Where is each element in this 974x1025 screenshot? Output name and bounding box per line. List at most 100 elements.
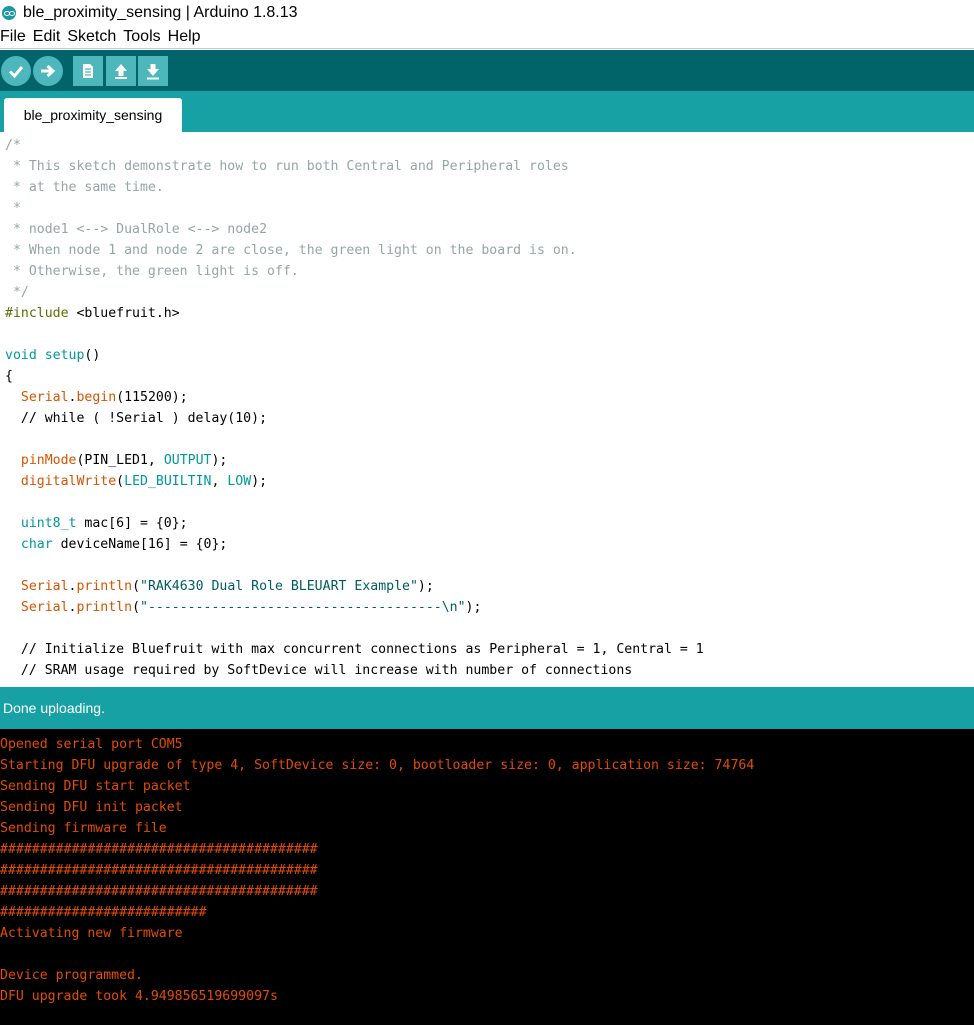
menu-bar: File Edit Sketch Tools Help — [0, 26, 974, 49]
code-token: * Otherwise, the green light is off. — [5, 264, 299, 279]
code-token: () — [84, 348, 101, 363]
code-line: * When node 1 and node 2 are close, the … — [5, 240, 577, 261]
code-token: ); — [465, 600, 482, 615]
code-token: // while ( !Serial ) delay(10); — [5, 411, 268, 426]
code-line: #include <bluefruit.h> — [5, 303, 180, 324]
status-message: Done uploading. — [3, 700, 105, 716]
menu-file[interactable]: File — [0, 28, 26, 46]
code-line: * at the same time. — [5, 177, 164, 198]
menu-sketch[interactable]: Sketch — [67, 28, 116, 46]
menu-tools[interactable]: Tools — [123, 28, 160, 46]
code-token: println — [76, 600, 133, 615]
code-line: pinMode(PIN_LED1, OUTPUT); — [5, 450, 227, 471]
code-token: ); — [417, 579, 434, 594]
window-title: ble_proximity_sensing | Arduino 1.8.13 — [23, 3, 298, 21]
code-token: , — [211, 474, 228, 489]
code-token: digitalWrite — [20, 474, 117, 489]
code-token: "RAK4630 Dual Role BLEUART Example" — [140, 579, 418, 594]
console-output[interactable]: Opened serial port COM5 Starting DFU upgr… — [0, 729, 974, 1025]
arrow-up-icon — [115, 64, 127, 79]
code-line: digitalWrite(LED_BUILTIN, LOW); — [5, 471, 267, 492]
menu-edit[interactable]: Edit — [33, 28, 61, 46]
code-token: "-------------------------------------\n… — [140, 600, 466, 615]
tab-bar: ble_proximity_sensing — [0, 91, 974, 132]
save-button[interactable] — [138, 56, 168, 86]
code-token: uint8_t — [20, 516, 77, 531]
code-line: uint8_t mac[6] = {0}; — [5, 513, 188, 534]
code-line: Serial.println("------------------------… — [5, 597, 482, 618]
code-line: */ — [5, 282, 29, 303]
verify-button[interactable] — [1, 56, 31, 86]
console-line: ######################################## — [0, 863, 318, 878]
code-line: // while ( !Serial ) delay(10); — [5, 408, 267, 429]
console-line: Sending firmware file — [0, 821, 167, 836]
console-line: ######################################## — [0, 884, 318, 899]
code-token: ); — [251, 474, 268, 489]
code-line: // Initialize Bluefruit with max concurr… — [5, 639, 704, 660]
code-token: mac[6] = {0}; — [76, 516, 188, 531]
code-token: void — [5, 348, 37, 363]
code-token: (115200); — [116, 390, 188, 405]
code-token: begin — [76, 390, 117, 405]
code-token: * This sketch demonstrate how to run bot… — [5, 159, 569, 174]
new-sketch-button[interactable] — [73, 56, 103, 86]
code-token: Serial — [20, 579, 69, 594]
status-bar: Done uploading. — [0, 687, 974, 729]
code-token: * node1 <--> DualRole <--> node2 — [5, 222, 268, 237]
code-token: deviceName[16] = {0}; — [52, 537, 228, 552]
code-token: * — [5, 201, 21, 216]
code-line: { — [5, 366, 13, 387]
code-token: <bluefruit.h> — [68, 306, 180, 321]
console-scrolled-line — [0, 729, 974, 732]
code-token: { — [5, 369, 13, 384]
open-button[interactable] — [106, 56, 136, 86]
code-token: println — [76, 579, 133, 594]
code-token: (PIN_LED1, — [76, 453, 164, 468]
code-token: pinMode — [20, 453, 77, 468]
code-line: void setup() — [5, 345, 100, 366]
code-editor[interactable]: /* * This sketch demonstrate how to run … — [0, 132, 974, 685]
console-line: Device programmed. — [0, 968, 143, 983]
code-token: Serial — [20, 600, 69, 615]
code-token: char — [20, 537, 53, 552]
code-line: char deviceName[16] = {0}; — [5, 534, 227, 555]
code-token: setup — [44, 348, 85, 363]
checkmark-icon — [8, 66, 24, 79]
upload-button[interactable] — [33, 56, 63, 86]
toolbar — [0, 50, 974, 91]
arrow-right-icon — [41, 64, 56, 78]
code-token: LOW — [227, 474, 252, 489]
menu-help[interactable]: Help — [168, 28, 201, 46]
console-line: ########################## — [0, 905, 207, 920]
console-line: DFU upgrade took 4.949856519699097s — [0, 989, 278, 1004]
arduino-logo-icon — [2, 5, 16, 20]
console-line: Activating new firmware — [0, 926, 183, 941]
code-token: // SRAM usage required by SoftDevice wil… — [5, 663, 633, 678]
code-line: * node1 <--> DualRole <--> node2 — [5, 219, 267, 240]
document-icon — [83, 64, 93, 78]
code-token: ( — [132, 600, 141, 615]
tab-ble-proximity-sensing[interactable]: ble_proximity_sensing — [4, 98, 182, 132]
code-token: // Initialize Bluefruit with max concurr… — [5, 642, 704, 657]
code-line: * This sketch demonstrate how to run bot… — [5, 156, 569, 177]
console-line: Sending DFU start packet — [0, 779, 191, 794]
code-token: Serial — [20, 390, 69, 405]
code-line: * — [5, 198, 21, 219]
title-bar: ble_proximity_sensing | Arduino 1.8.13 — [0, 0, 974, 25]
code-line: Serial.println("RAK4630 Dual Role BLEUAR… — [5, 576, 434, 597]
code-line: // SRAM usage required by SoftDevice wil… — [5, 660, 632, 681]
tab-label: ble_proximity_sensing — [23, 107, 163, 123]
code-line: /* — [5, 135, 21, 156]
console-line: ######################################## — [0, 842, 318, 857]
code-token: LED_BUILTIN — [124, 474, 212, 489]
code-line: Serial.begin(115200); — [5, 387, 188, 408]
code-token: ); — [211, 453, 228, 468]
